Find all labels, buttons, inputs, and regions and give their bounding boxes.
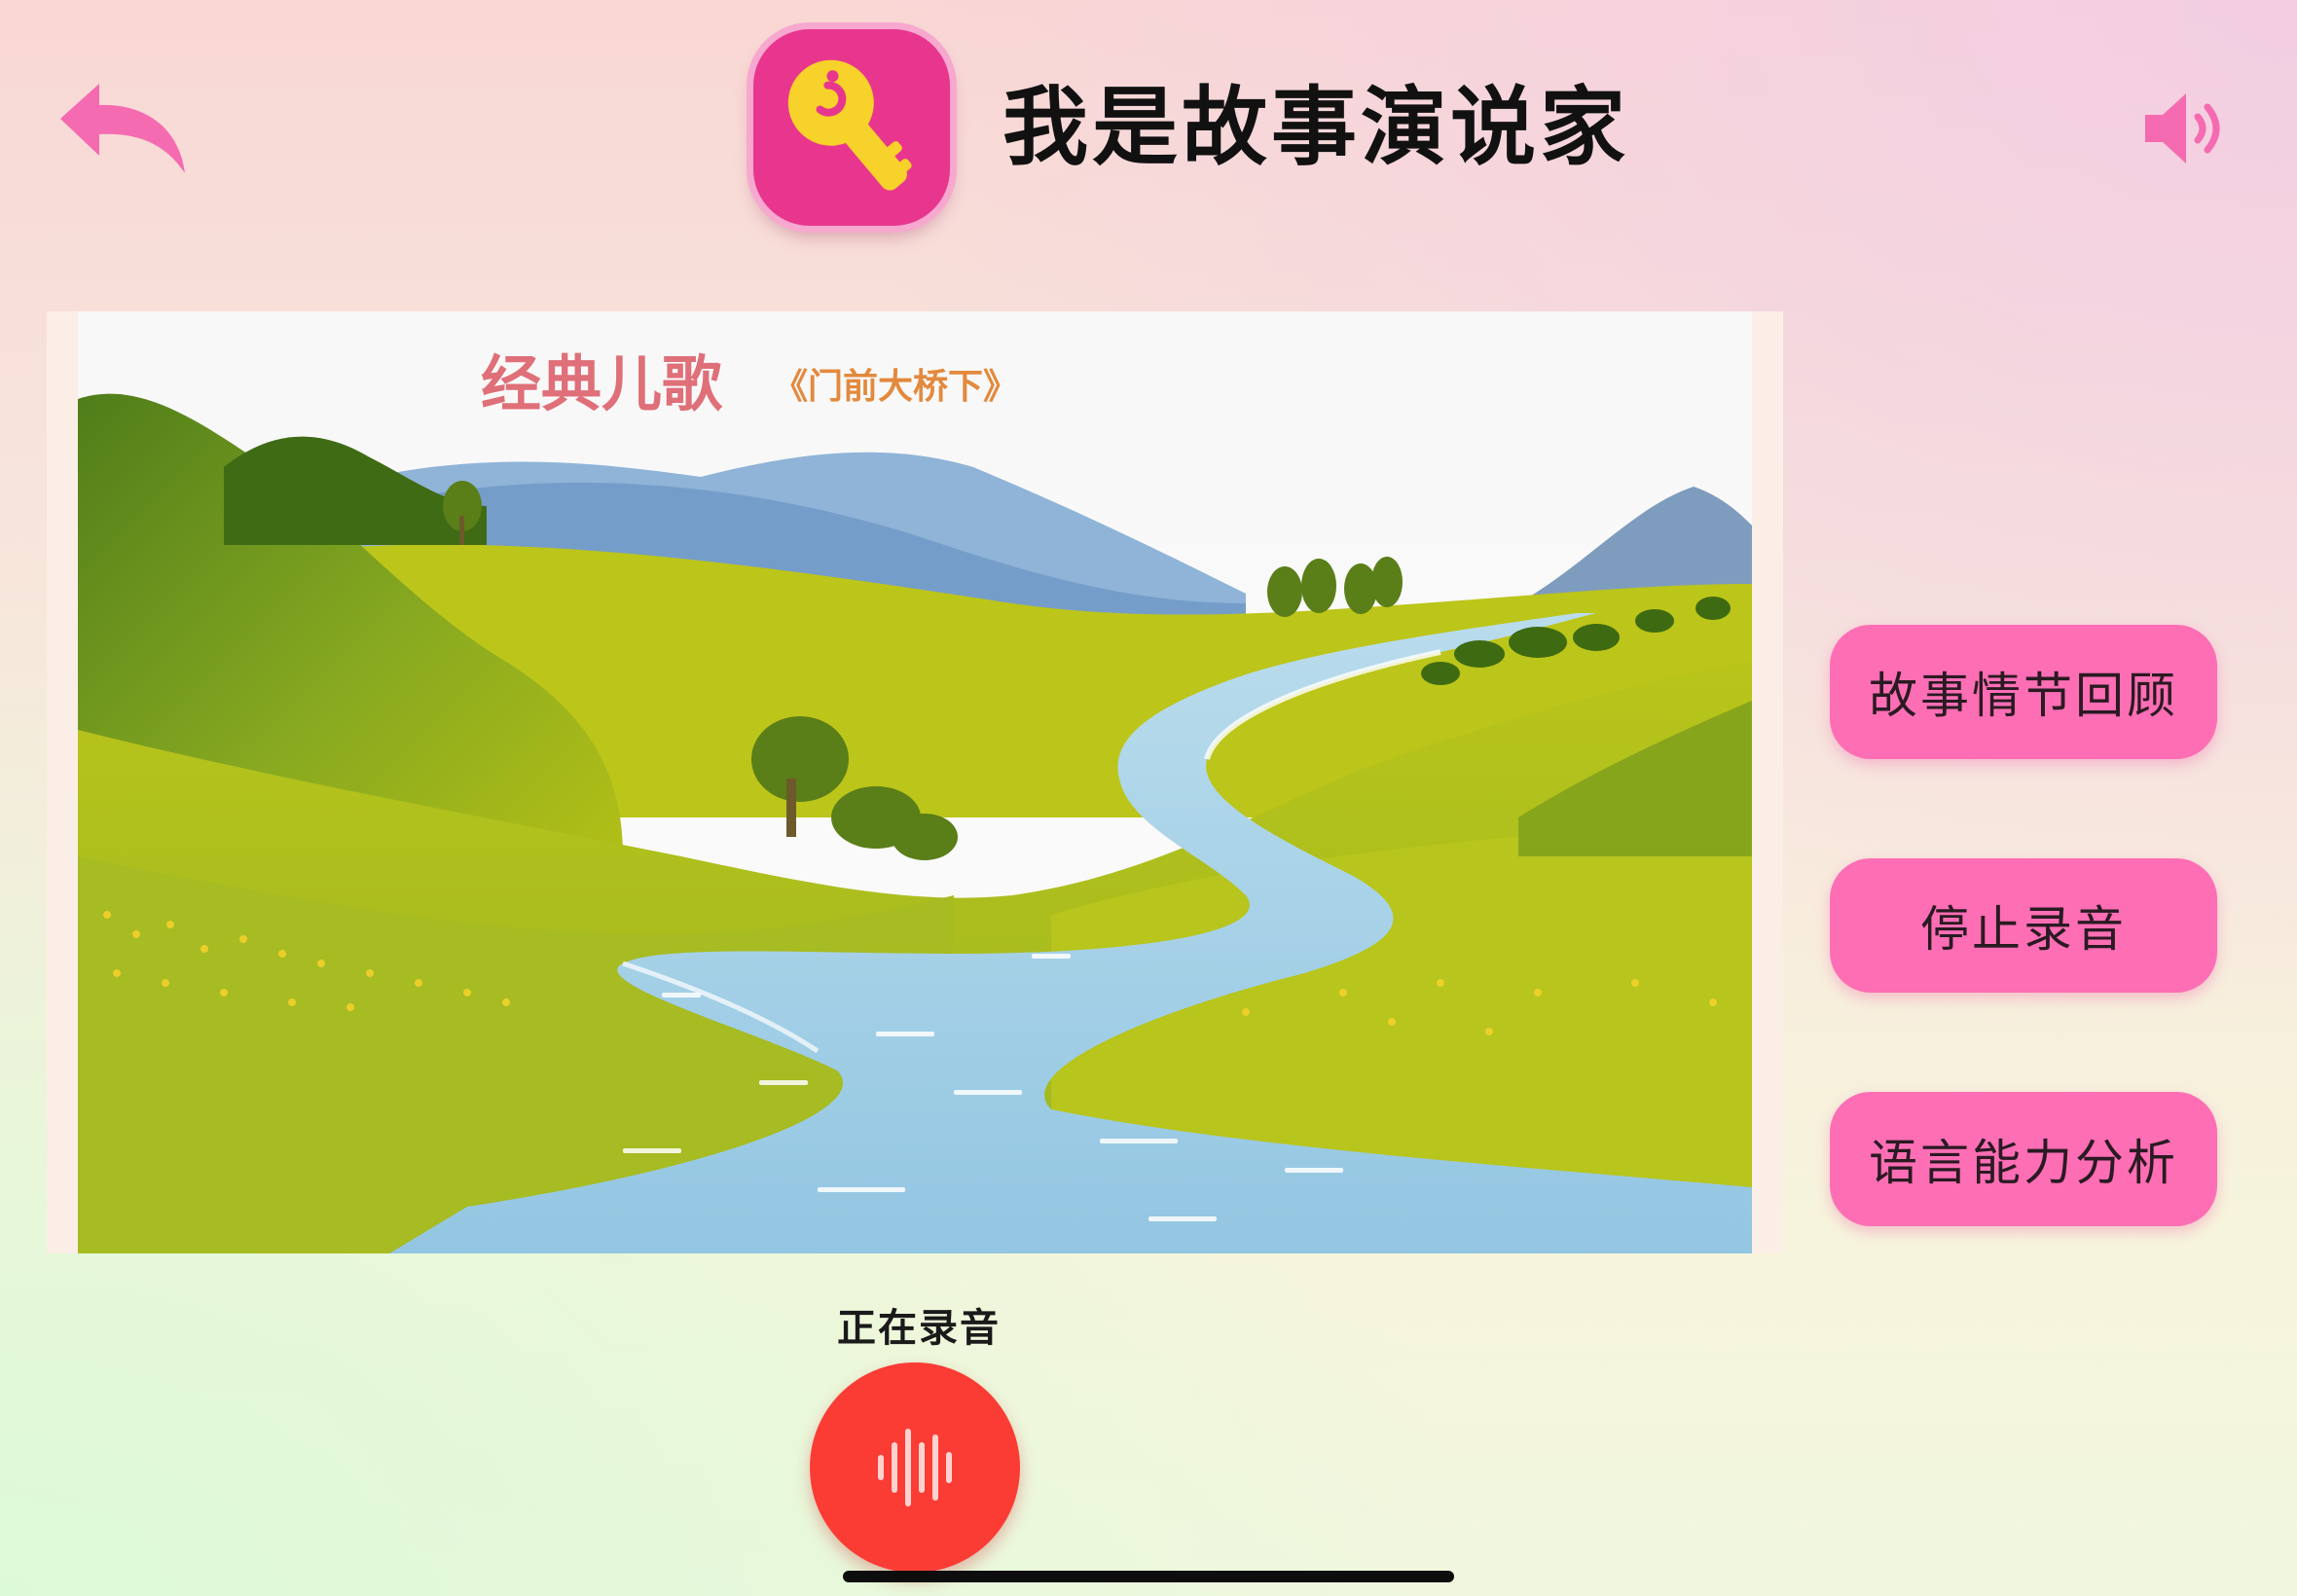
speaker-icon: [2145, 93, 2220, 163]
page-title: 我是故事演说家: [1003, 77, 1630, 177]
scene-subtitle: 《门前大桥下》: [773, 367, 1019, 407]
key-icon: [787, 59, 912, 191]
home-indicator[interactable]: [843, 1571, 1454, 1582]
back-button[interactable]: [56, 80, 191, 177]
stop-recording-button[interactable]: 停止录音: [1830, 858, 2217, 993]
recording-status: 正在录音: [837, 1306, 1001, 1351]
app-icon: [753, 29, 950, 226]
story-scene: 经典儿歌 《门前大桥下》: [78, 311, 1752, 1253]
story-review-button[interactable]: 故事情节回顾: [1830, 625, 2217, 759]
language-analysis-button[interactable]: 语言能力分析: [1830, 1092, 2217, 1226]
back-arrow-icon: [60, 84, 185, 173]
record-button[interactable]: [810, 1362, 1020, 1573]
scene-title: 经典儿歌: [481, 348, 723, 419]
landscape-illustration: [78, 311, 1752, 1253]
sound-button[interactable]: [2141, 82, 2235, 175]
soundwave-icon: [878, 1429, 952, 1506]
